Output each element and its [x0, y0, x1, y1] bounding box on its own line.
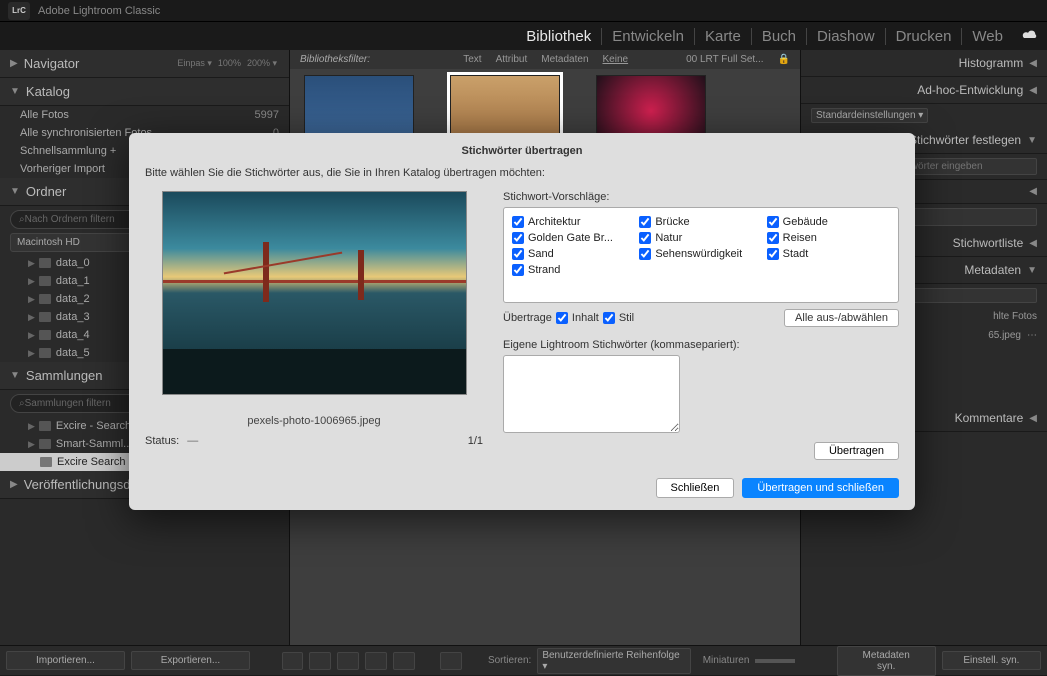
- content-checkbox[interactable]: [556, 312, 568, 324]
- style-checkbox[interactable]: [603, 312, 615, 324]
- library-filter-bar: Bibliotheksfilter: Text Attribut Metadat…: [290, 50, 800, 69]
- app-name: Adobe Lightroom Classic: [38, 5, 160, 17]
- module-slideshow[interactable]: Diashow: [807, 28, 886, 45]
- folder-icon: [39, 294, 51, 304]
- nav-fit[interactable]: Einpas ▾: [177, 58, 212, 69]
- dialog-hint: Bitte wählen Sie die Stichwörter aus, di…: [145, 167, 899, 179]
- sync-settings-button[interactable]: Einstell. syn.: [942, 651, 1041, 670]
- chevron-right-icon: ▶: [10, 58, 18, 69]
- grid-view-icon[interactable]: [282, 652, 304, 670]
- transfer-button[interactable]: Übertragen: [814, 442, 899, 460]
- metadata-filter-label: hlte Fotos: [993, 311, 1037, 322]
- page-indicator: 1/1: [468, 435, 483, 447]
- keyword-checkbox[interactable]: Architektur: [512, 214, 635, 230]
- keyword-checkbox[interactable]: Gebäude: [767, 214, 890, 230]
- status-label: Status:: [145, 435, 179, 447]
- keyword-checkbox[interactable]: Strand: [512, 262, 635, 278]
- sync-metadata-button[interactable]: Metadaten syn.: [837, 646, 936, 676]
- filter-attribute[interactable]: Attribut: [496, 54, 528, 65]
- nav-200[interactable]: 200% ▾: [247, 58, 277, 69]
- close-button[interactable]: Schließen: [656, 478, 735, 498]
- catalog-panel[interactable]: ▼ Katalog: [0, 78, 289, 106]
- collections-title: Sammlungen: [26, 368, 103, 383]
- keyword-checkbox[interactable]: Reisen: [767, 230, 890, 246]
- title-bar: LrC Adobe Lightroom Classic: [0, 0, 1047, 22]
- filter-text[interactable]: Text: [463, 54, 481, 65]
- cloud-sync-icon[interactable]: [1021, 28, 1039, 45]
- transfer-and-close-button[interactable]: Übertragen und schließen: [742, 478, 899, 498]
- catalog-title: Katalog: [26, 84, 70, 99]
- module-book[interactable]: Buch: [752, 28, 807, 45]
- loupe-view-icon[interactable]: [309, 652, 331, 670]
- folder-icon: [39, 312, 51, 322]
- keyword-suggestions: Architektur Brücke Gebäude Golden Gate B…: [503, 207, 899, 303]
- keyword-checkbox[interactable]: Natur: [639, 230, 762, 246]
- toggle-all-button[interactable]: Alle aus-/abwählen: [784, 309, 899, 327]
- own-keywords-input[interactable]: [503, 355, 680, 433]
- filter-none[interactable]: Keine: [603, 54, 629, 65]
- painter-icon[interactable]: [440, 652, 462, 670]
- thumbnail-size-label: Miniaturen: [703, 655, 750, 666]
- filter-lock-icon[interactable]: 🔒: [778, 54, 790, 65]
- nav-100[interactable]: 100%: [218, 58, 241, 69]
- filter-preset[interactable]: 00 LRT Full Set...: [686, 54, 763, 65]
- chevron-down-icon: ▼: [10, 370, 20, 381]
- import-button[interactable]: Importieren...: [6, 651, 125, 670]
- chevron-right-icon: ▶: [10, 479, 18, 490]
- chevron-down-icon: ▼: [10, 186, 20, 197]
- module-library[interactable]: Bibliothek: [516, 28, 602, 45]
- export-button[interactable]: Exportieren...: [131, 651, 250, 670]
- histogram-panel[interactable]: Histogramm◀: [801, 50, 1047, 77]
- keyword-checkbox[interactable]: Stadt: [767, 246, 890, 262]
- metadata-actions-icon[interactable]: ⋯: [1027, 330, 1037, 341]
- status-value: —: [187, 435, 198, 447]
- keyword-checkbox[interactable]: Brücke: [639, 214, 762, 230]
- collection-set-icon: [39, 421, 51, 431]
- folder-icon: [39, 330, 51, 340]
- collection-set-icon: [39, 439, 51, 449]
- keyword-checkbox[interactable]: Sand: [512, 246, 635, 262]
- folder-icon: [39, 258, 51, 268]
- app-logo: LrC: [8, 2, 30, 20]
- adhoc-panel[interactable]: Ad-hoc-Entwicklung◀: [801, 77, 1047, 104]
- sort-select[interactable]: Benutzerdefinierte Reihenfolge ▾: [537, 648, 690, 674]
- module-develop[interactable]: Entwickeln: [602, 28, 695, 45]
- module-picker: Bibliothek Entwickeln Karte Buch Diashow…: [0, 22, 1047, 50]
- dialog-title: Stichwörter übertragen: [145, 145, 899, 157]
- navigator-title: Navigator: [24, 56, 80, 71]
- collection-icon: [40, 457, 52, 467]
- module-print[interactable]: Drucken: [886, 28, 963, 45]
- module-map[interactable]: Karte: [695, 28, 752, 45]
- publish-title: Veröffentlichungsd...: [24, 477, 142, 492]
- compare-view-icon[interactable]: [337, 652, 359, 670]
- people-view-icon[interactable]: [393, 652, 415, 670]
- sort-label: Sortieren:: [488, 655, 531, 666]
- keyword-checkbox[interactable]: Golden Gate Br...: [512, 230, 635, 246]
- preview-filename: pexels-photo-1006965.jpeg: [145, 415, 483, 427]
- folder-icon: [39, 348, 51, 358]
- folders-title: Ordner: [26, 184, 66, 199]
- filter-metadata[interactable]: Metadaten: [541, 54, 588, 65]
- filter-label: Bibliotheksfilter:: [300, 54, 370, 65]
- folder-icon: [39, 276, 51, 286]
- bottom-bar: Importieren... Exportieren... Sortieren:…: [0, 645, 1047, 675]
- catalog-all-photos[interactable]: Alle Fotos5997: [0, 106, 289, 124]
- transfer-label: Übertrage: [503, 312, 552, 324]
- module-web[interactable]: Web: [962, 28, 1013, 45]
- preview-image: [162, 191, 467, 395]
- survey-view-icon[interactable]: [365, 652, 387, 670]
- keyword-checkbox[interactable]: Sehenswürdigkeit: [639, 246, 762, 262]
- keyword-transfer-dialog: Stichwörter übertragen Bitte wählen Sie …: [129, 133, 915, 510]
- preset-select[interactable]: Standardeinstellungen ▾: [811, 108, 928, 123]
- chevron-down-icon: ▼: [10, 86, 20, 97]
- thumbnail-slider[interactable]: [755, 659, 795, 663]
- own-keywords-label: Eigene Lightroom Stichwörter (kommasepar…: [503, 339, 899, 351]
- navigator-panel[interactable]: ▶ Navigator Einpas ▾ 100% 200% ▾: [0, 50, 289, 78]
- suggestions-label: Stichwort-Vorschläge:: [503, 191, 899, 203]
